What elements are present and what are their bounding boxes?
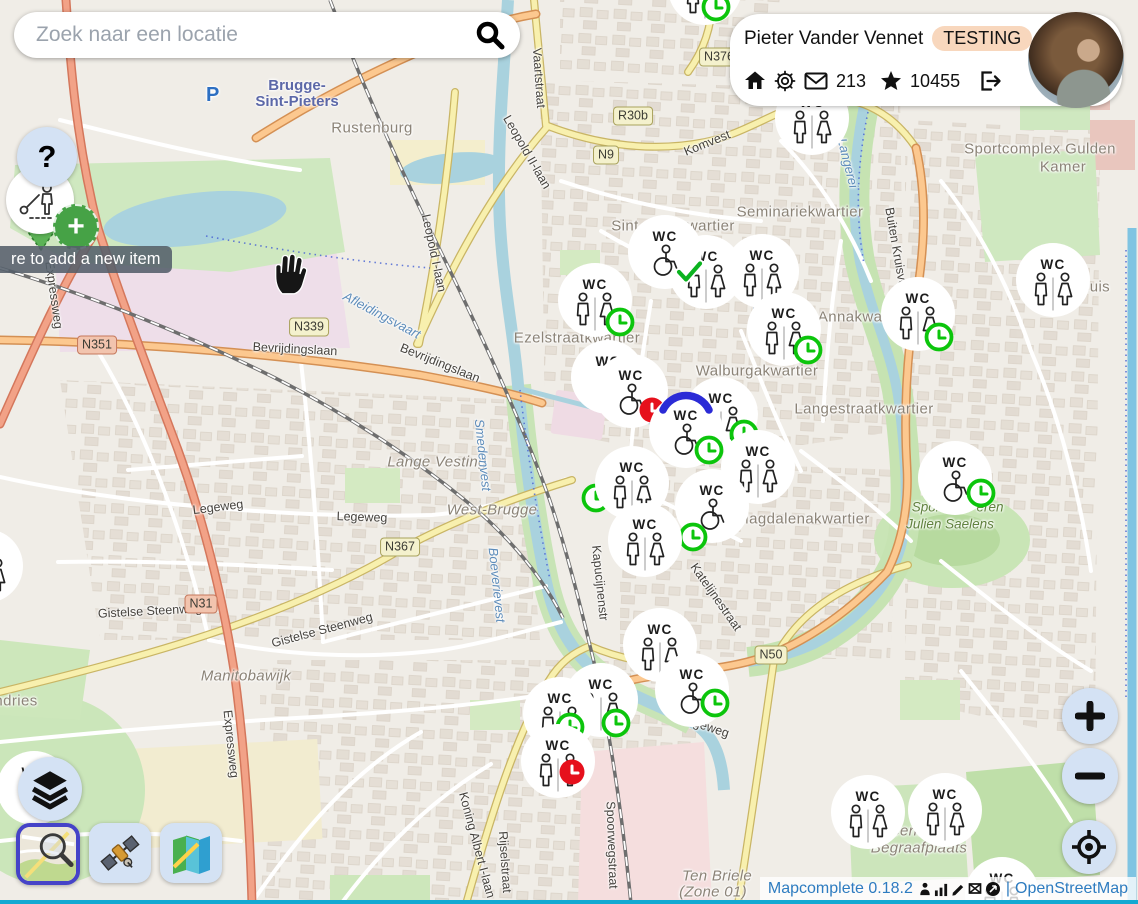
background-satellite-button[interactable] (89, 823, 151, 883)
map-style-icon (169, 831, 213, 875)
toilet-marker-duo[interactable]: WC (870, 266, 966, 362)
svg-text:WC: WC (548, 691, 573, 706)
toilet-marker-duo[interactable]: WC (736, 281, 832, 377)
plus-icon: + (67, 210, 85, 244)
zoom-in-button[interactable] (1062, 688, 1118, 744)
layers-icon (29, 767, 71, 811)
mapcomplete-app: Brugge- Sint-Pieters P RustenburgSint-Gi… (0, 0, 1138, 904)
zoom-out-button[interactable] (1062, 748, 1118, 804)
toilet-marker-duo[interactable]: WC (0, 518, 34, 614)
home-icon[interactable] (744, 70, 766, 92)
svg-text:WC: WC (700, 483, 725, 498)
satellite-icon (98, 831, 142, 875)
openstreetmap-link[interactable]: OpenStreetMap (1015, 880, 1128, 898)
add-item-tooltip: re to add a new item (0, 246, 172, 273)
attribution-separator: | (1006, 880, 1010, 898)
opening-hours-open-icon (704, 0, 729, 20)
edit-icon[interactable] (951, 882, 966, 897)
svg-text:WC: WC (1041, 257, 1066, 272)
toilet-marker-wheel[interactable]: WC (907, 430, 1003, 526)
plus-icon (1075, 701, 1105, 731)
svg-text:WC: WC (746, 444, 771, 459)
toilet-marker-duo[interactable]: WC (1005, 232, 1101, 328)
svg-text:WC: WC (648, 622, 673, 637)
toilet-marker-duo[interactable]: WC (510, 713, 606, 809)
svg-text:WC: WC (583, 277, 608, 292)
crosshair-icon (1071, 829, 1107, 865)
toilet-marker-duo[interactable]: WC (897, 762, 993, 858)
background-osm-carto-button[interactable] (16, 823, 80, 885)
svg-text:WC: WC (943, 455, 968, 470)
user-panel: Pieter Vander Vennet TESTING 213 (730, 14, 1122, 106)
svg-text:WC: WC (674, 408, 699, 423)
svg-text:WC: WC (653, 229, 678, 244)
poi-marker-layer: WC WC WC WC WC WC WC WC WC WC WC WC WC WC WC WC WC WC WC WC… (0, 0, 1138, 904)
logout-icon[interactable] (978, 70, 1002, 92)
svg-text:WC: WC (620, 460, 645, 475)
opening-hours-open-icon (703, 691, 728, 716)
svg-text:WC: WC (750, 248, 775, 263)
question-mark-label: ? (38, 139, 57, 175)
svg-text:WC: WC (546, 738, 571, 753)
gear-icon[interactable] (774, 70, 796, 92)
svg-text:WC: WC (906, 291, 931, 306)
help-button[interactable]: ? (17, 127, 77, 187)
search-input[interactable] (34, 22, 474, 48)
opening-hours-closed-icon (560, 760, 585, 785)
svg-text:WC: WC (856, 789, 881, 804)
user-name[interactable]: Pieter Vander Vennet (744, 28, 923, 50)
svg-text:WC: WC (633, 517, 658, 532)
background-layer-switcher (16, 823, 222, 885)
statistics-icon[interactable] (934, 882, 949, 897)
avatar[interactable] (1028, 12, 1124, 108)
toilet-marker-duo[interactable]: WC (597, 492, 693, 588)
changesets-count: 10455 (910, 71, 960, 92)
messages-icon[interactable] (804, 72, 828, 90)
minus-icon (1075, 761, 1105, 791)
license-icon[interactable] (968, 882, 983, 896)
testing-badge: TESTING (932, 26, 1032, 51)
svg-text:WC: WC (772, 306, 797, 321)
hand-cursor-icon (270, 252, 310, 296)
app-version-link[interactable]: Mapcomplete 0.18.2 (768, 880, 913, 898)
osm-logo-icon[interactable] (985, 881, 1001, 897)
svg-text:WC: WC (933, 787, 958, 802)
background-map-button[interactable] (160, 823, 222, 883)
bottom-accent-bar (0, 900, 1138, 904)
svg-text:WC: WC (680, 667, 705, 682)
geolocate-button[interactable] (1062, 820, 1116, 874)
attribution-icons (918, 881, 1001, 897)
search-icon[interactable] (474, 19, 506, 51)
opening-hours-open-icon (927, 325, 952, 350)
svg-text:WC: WC (619, 368, 644, 383)
layers-button[interactable] (18, 757, 82, 821)
add-new-item-button[interactable]: + (53, 204, 99, 250)
toilet-marker-wheel[interactable]: WC (644, 642, 740, 738)
opening-hours-open-icon (969, 481, 994, 506)
opening-hours-open-icon (796, 338, 821, 363)
contributors-icon[interactable] (918, 882, 932, 897)
star-icon (880, 70, 902, 92)
attribution-bar: Mapcomplete 0.18.2 | O (760, 877, 1136, 901)
search-bar (14, 12, 520, 58)
messages-count: 213 (836, 71, 866, 92)
osm-carto-icon (20, 826, 76, 882)
